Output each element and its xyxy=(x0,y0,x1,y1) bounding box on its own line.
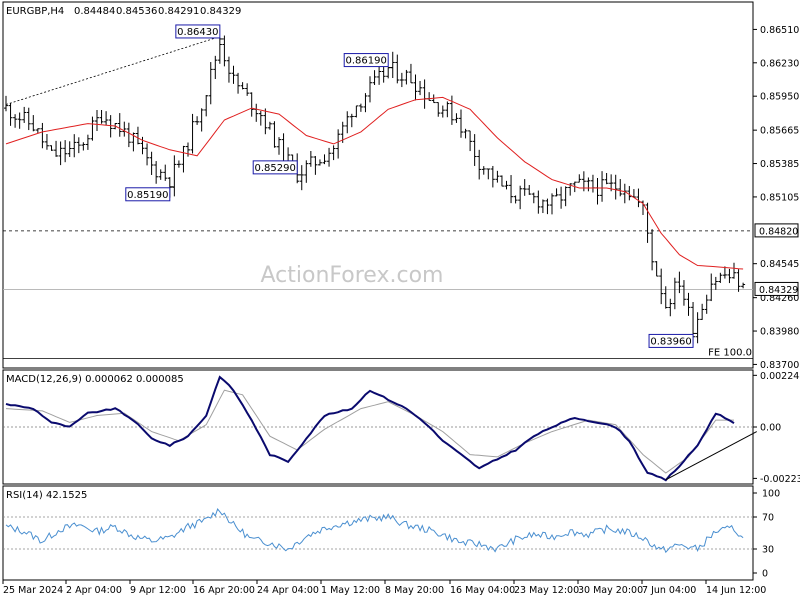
price-tick-label: 0.86230 xyxy=(760,58,799,69)
price-tick-label: 0.85105 xyxy=(760,192,799,203)
chart-background xyxy=(0,0,800,600)
annotation-label: 0.83960 xyxy=(650,336,691,347)
x-tick-label: 2 Apr 04:00 xyxy=(66,585,122,596)
annotation-label: 0.85190 xyxy=(127,190,168,201)
price-tick-label: 0.83980 xyxy=(760,327,799,338)
level-label-box-text: 0.84820 xyxy=(759,226,798,237)
rsi-header: RSI(14) 42.1525 xyxy=(6,490,87,501)
rsi-tick-label: 70 xyxy=(762,513,774,524)
price-annotation: 0.86190 xyxy=(343,53,393,69)
x-tick-label: 7 Jun 04:00 xyxy=(642,585,696,596)
current-price-box-text: 0.84329 xyxy=(759,285,798,296)
price-header: EURGBP,H4 0.84484 0.84536 0.84291 0.8432… xyxy=(6,6,241,17)
annotation-label: 0.86190 xyxy=(346,56,387,67)
annotation-label: 0.86430 xyxy=(177,27,218,38)
level-label-box: 0.84820 xyxy=(754,223,799,238)
price-tick-label: 0.85950 xyxy=(760,92,799,103)
ohlc-close: 0.84329 xyxy=(200,6,241,17)
price-annotation: 0.85190 xyxy=(125,186,174,202)
x-tick-label: 14 Jun 12:00 xyxy=(706,585,766,596)
x-tick-label: 30 May 20:00 xyxy=(578,585,643,596)
macd-tick-label: -0.002236 xyxy=(760,474,800,485)
rsi-tick-label: 0 xyxy=(762,569,768,580)
x-tick-label: 9 Apr 12:00 xyxy=(130,585,186,596)
x-tick-label: 1 May 12:00 xyxy=(321,585,380,596)
x-tick-label: 8 May 20:00 xyxy=(385,585,444,596)
x-tick-label: 16 Apr 20:00 xyxy=(193,585,255,596)
trading-chart: ActionForex.com FE 100.0 0.86430 0.86190 0.… xyxy=(0,0,800,600)
macd-header: MACD(12,26,9) 0.000062 0.000085 xyxy=(6,374,184,385)
x-tick-label: 25 Mar 2024 xyxy=(3,585,63,596)
price-tick-label: 0.86510 xyxy=(760,25,799,36)
x-tick-label: 16 May 04:00 xyxy=(450,585,515,596)
macd-tick-label: 0.002248 xyxy=(760,371,800,382)
macd-tick-label: 0.00 xyxy=(760,423,781,434)
ohlc-high: 0.84536 xyxy=(116,6,157,17)
rsi-tick-label: 100 xyxy=(762,489,780,500)
rsi-tick-label: 30 xyxy=(762,545,774,556)
price-tick-label: 0.85385 xyxy=(760,159,799,170)
current-price-box: 0.84329 xyxy=(754,281,799,296)
x-tick-label: 23 May 12:00 xyxy=(514,585,579,596)
ohlc-open: 0.84484 xyxy=(74,6,115,17)
symbol-label: EURGBP,H4 xyxy=(6,6,64,17)
watermark: ActionForex.com xyxy=(261,263,444,288)
fe-level-label: FE 100.0 xyxy=(708,347,752,358)
annotation-label: 0.85290 xyxy=(255,163,296,174)
ohlc-low: 0.84291 xyxy=(158,6,199,17)
price-annotation: 0.83960 xyxy=(648,332,698,348)
price-annotation: 0.85290 xyxy=(252,160,302,176)
price-tick-label: 0.84545 xyxy=(760,259,799,270)
price-tick-label: 0.83700 xyxy=(760,360,799,371)
price-annotation: 0.86430 xyxy=(175,24,224,40)
x-tick-label: 24 Apr 04:00 xyxy=(257,585,319,596)
price-tick-label: 0.85665 xyxy=(760,126,799,137)
